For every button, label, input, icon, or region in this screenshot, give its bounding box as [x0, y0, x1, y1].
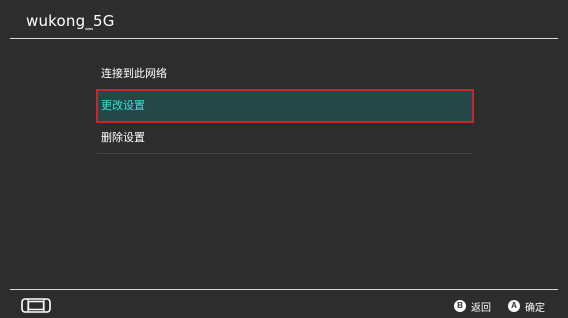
- back-hint-label: 返回: [471, 302, 491, 314]
- back-hint[interactable]: B 返回: [454, 298, 491, 314]
- network-options-menu: 连接到此网络 更改设置 删除设置: [96, 58, 474, 154]
- handheld-controller-icon: [21, 298, 51, 313]
- menu-item-label: 删除设置: [101, 131, 145, 144]
- menu-item-delete-settings[interactable]: 删除设置: [97, 122, 473, 154]
- menu-item-connect[interactable]: 连接到此网络: [97, 58, 473, 90]
- menu-item-label: 连接到此网络: [101, 67, 167, 80]
- menu-item-label: 更改设置: [101, 99, 145, 112]
- header-divider: [10, 38, 558, 39]
- menu-item-change-settings[interactable]: 更改设置: [96, 89, 474, 123]
- footer-divider: [10, 289, 558, 290]
- page-title: wukong_5G: [26, 12, 115, 30]
- confirm-hint-label: 确定: [525, 302, 545, 314]
- confirm-hint[interactable]: A 确定: [508, 298, 545, 314]
- b-button-icon: B: [454, 300, 466, 312]
- a-button-icon: A: [508, 300, 520, 312]
